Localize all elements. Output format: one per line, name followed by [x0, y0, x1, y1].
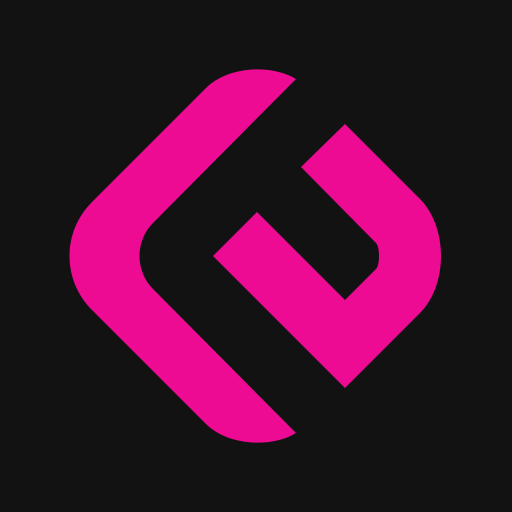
brand-logo-icon — [69, 69, 441, 443]
logo-inner-chevron — [213, 124, 441, 388]
app-icon-canvas — [0, 0, 512, 512]
